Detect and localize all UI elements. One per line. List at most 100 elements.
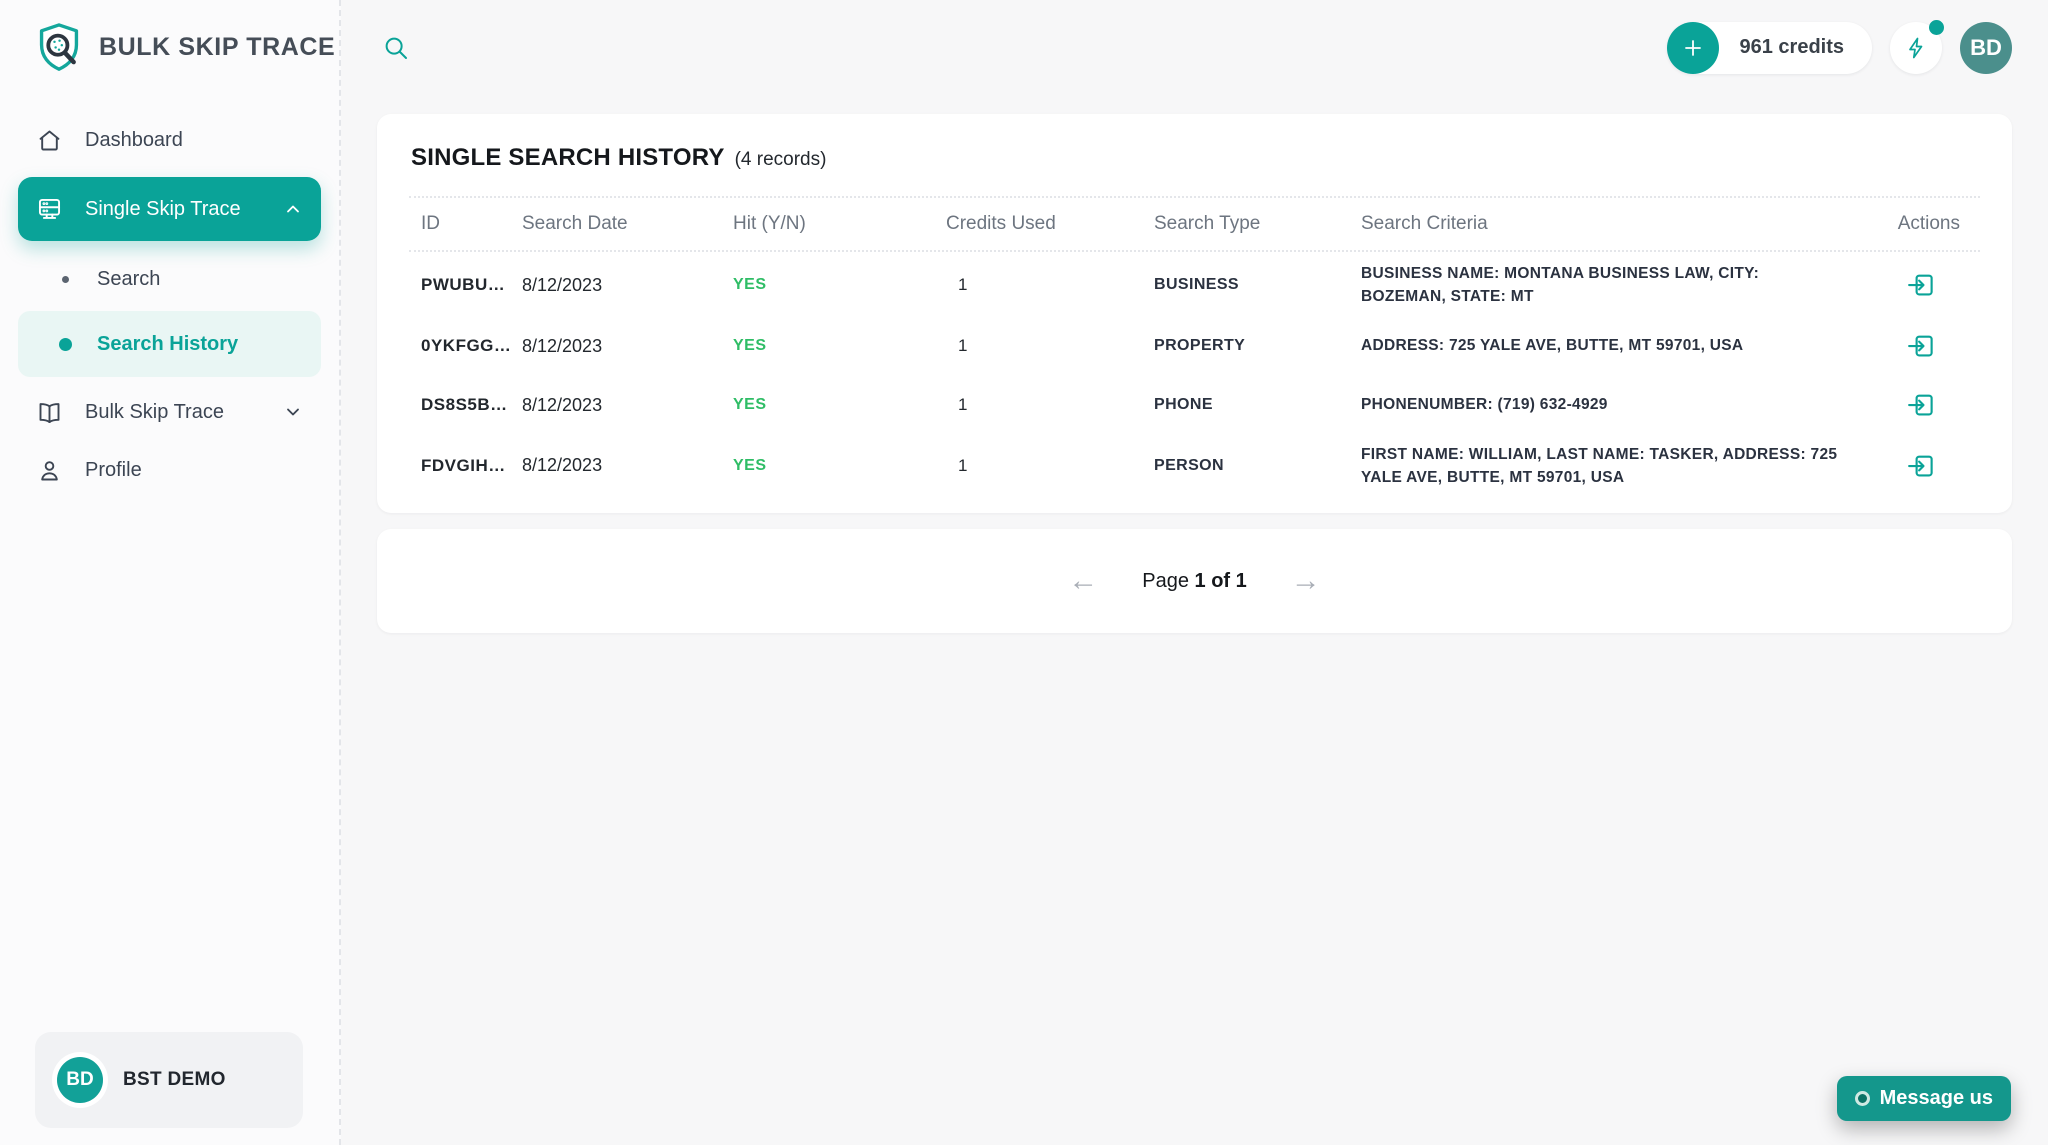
column-header-search-date: Search Date bbox=[522, 213, 733, 235]
table-header-row: ID Search Date Hit (Y/N) Credits Used Se… bbox=[409, 198, 1980, 252]
cell-credits-used: 1 bbox=[946, 395, 1154, 415]
cell-search-criteria: PHONENUMBER: (719) 632-4929 bbox=[1361, 385, 1874, 424]
table-body: PWUBU… 8/12/2023 YES 1 BUSINESS BUSINESS… bbox=[409, 254, 1980, 497]
search-button[interactable] bbox=[377, 29, 415, 67]
cell-search-date: 8/12/2023 bbox=[522, 275, 733, 296]
credits-label: 961 credits bbox=[1739, 36, 1844, 59]
cell-hit: YES bbox=[733, 337, 946, 355]
cell-search-date: 8/12/2023 bbox=[522, 455, 733, 476]
open-record-button[interactable] bbox=[1904, 388, 1938, 422]
sidebar-item-single-skip-trace[interactable]: Single Skip Trace bbox=[18, 177, 321, 241]
enter-icon bbox=[1906, 270, 1936, 300]
topbar: 961 credits BD bbox=[377, 0, 2012, 95]
cell-hit: YES bbox=[733, 457, 946, 475]
sidebar-item-search[interactable]: Search bbox=[18, 253, 321, 305]
page-indicator-current: 1 of 1 bbox=[1195, 570, 1247, 592]
shield-magnifier-logo-icon bbox=[32, 21, 86, 75]
next-page-button[interactable]: → bbox=[1291, 566, 1321, 596]
credits-pill[interactable]: 961 credits bbox=[1667, 22, 1872, 74]
sidebar-item-search-history[interactable]: Search History bbox=[18, 311, 321, 377]
sidebar-item-label: Search History bbox=[97, 333, 238, 356]
cell-search-type: PHONE bbox=[1154, 396, 1361, 414]
column-header-actions: Actions bbox=[1874, 213, 1968, 235]
cell-credits-used: 1 bbox=[946, 275, 1154, 295]
avatar: BD bbox=[57, 1057, 103, 1103]
sidebar-nav: Dashboard Single Skip Trace Search bbox=[0, 95, 339, 499]
cell-id: PWUBU… bbox=[421, 275, 522, 295]
notification-dot bbox=[1929, 20, 1944, 35]
activity-button[interactable] bbox=[1890, 22, 1942, 74]
dot-icon bbox=[59, 338, 72, 351]
cell-id: DS8S5B… bbox=[421, 395, 522, 415]
page-indicator-prefix: Page bbox=[1142, 570, 1189, 592]
app-root: BULK SKIP TRACE Dashboard Single Skip Tr… bbox=[0, 0, 2048, 1145]
column-header-id: ID bbox=[421, 213, 522, 235]
pagination-bar: ← Page 1 of 1 → bbox=[377, 529, 2012, 633]
profile-avatar[interactable]: BD bbox=[1960, 22, 2012, 74]
cell-search-criteria: BUSINESS NAME: MONTANA BUSINESS LAW, CIT… bbox=[1361, 254, 1874, 317]
page-title: SINGLE SEARCH HISTORY bbox=[411, 144, 725, 172]
sidebar: BULK SKIP TRACE Dashboard Single Skip Tr… bbox=[0, 0, 341, 1145]
topbar-right: 961 credits BD bbox=[1667, 22, 2012, 74]
cell-search-date: 8/12/2023 bbox=[522, 336, 733, 357]
add-credits-button[interactable] bbox=[1667, 22, 1719, 74]
cell-id: 0YKFGG… bbox=[421, 336, 522, 356]
sidebar-item-label: Bulk Skip Trace bbox=[85, 401, 224, 424]
cell-hit: YES bbox=[733, 276, 946, 294]
arrow-left-icon: ← bbox=[1068, 564, 1098, 597]
brand-logo[interactable]: BULK SKIP TRACE bbox=[0, 0, 339, 95]
message-us-label: Message us bbox=[1880, 1087, 1993, 1110]
sidebar-item-label: Search bbox=[97, 268, 160, 291]
cell-id: FDVGIH… bbox=[421, 456, 522, 476]
cell-credits-used: 1 bbox=[946, 336, 1154, 356]
search-icon bbox=[381, 33, 411, 63]
records-count: (4 records) bbox=[735, 149, 827, 171]
status-ring-icon bbox=[1855, 1091, 1870, 1106]
sidebar-item-label: Dashboard bbox=[85, 129, 183, 152]
dot-icon bbox=[62, 276, 69, 283]
chevron-up-icon bbox=[283, 199, 303, 219]
enter-icon bbox=[1906, 331, 1936, 361]
enter-icon bbox=[1906, 390, 1936, 420]
sidebar-item-label: Profile bbox=[85, 459, 142, 482]
sidebar-item-dashboard[interactable]: Dashboard bbox=[18, 111, 321, 169]
user-name: BST DEMO bbox=[123, 1069, 226, 1091]
arrow-right-icon: → bbox=[1291, 564, 1321, 597]
sidebar-item-label: Single Skip Trace bbox=[85, 198, 241, 221]
server-icon bbox=[36, 196, 63, 223]
cell-search-type: BUSINESS bbox=[1154, 276, 1361, 294]
column-header-credits-used: Credits Used bbox=[946, 213, 1154, 235]
open-record-button[interactable] bbox=[1904, 449, 1938, 483]
open-record-button[interactable] bbox=[1904, 268, 1938, 302]
table-row: 0YKFGG… 8/12/2023 YES 1 PROPERTY ADDRESS… bbox=[409, 317, 1980, 376]
table-row: FDVGIH… 8/12/2023 YES 1 PERSON FIRST NAM… bbox=[409, 435, 1980, 498]
book-icon bbox=[36, 399, 63, 426]
previous-page-button[interactable]: ← bbox=[1068, 566, 1098, 596]
cell-hit: YES bbox=[733, 396, 946, 414]
cell-search-type: PERSON bbox=[1154, 457, 1361, 475]
cell-search-criteria: FIRST NAME: WILLIAM, LAST NAME: TASKER, … bbox=[1361, 435, 1874, 498]
cell-search-date: 8/12/2023 bbox=[522, 395, 733, 416]
sidebar-item-bulk-skip-trace[interactable]: Bulk Skip Trace bbox=[18, 383, 321, 441]
cell-credits-used: 1 bbox=[946, 456, 1154, 476]
open-record-button[interactable] bbox=[1904, 329, 1938, 363]
enter-icon bbox=[1906, 451, 1936, 481]
home-icon bbox=[36, 127, 63, 154]
column-header-search-type: Search Type bbox=[1154, 213, 1361, 235]
brand-name: BULK SKIP TRACE bbox=[99, 33, 335, 62]
cell-search-type: PROPERTY bbox=[1154, 337, 1361, 355]
page-indicator: Page 1 of 1 bbox=[1142, 570, 1247, 593]
chevron-down-icon bbox=[283, 402, 303, 422]
bolt-icon bbox=[1904, 36, 1928, 60]
table-row: DS8S5B… 8/12/2023 YES 1 PHONE PHONENUMBE… bbox=[409, 376, 1980, 435]
column-header-search-criteria: Search Criteria bbox=[1361, 213, 1874, 235]
column-header-hit: Hit (Y/N) bbox=[733, 213, 946, 235]
person-icon bbox=[36, 457, 63, 484]
main-area: 961 credits BD SINGLE SEARCH HISTORY (4 … bbox=[341, 0, 2048, 1145]
card-title-row: SINGLE SEARCH HISTORY (4 records) bbox=[409, 114, 1980, 198]
cell-search-criteria: ADDRESS: 725 YALE AVE, BUTTE, MT 59701, … bbox=[1361, 326, 1874, 365]
sidebar-user-card[interactable]: BD BST DEMO bbox=[35, 1032, 303, 1128]
message-us-button[interactable]: Message us bbox=[1837, 1076, 2011, 1121]
sidebar-item-profile[interactable]: Profile bbox=[18, 441, 321, 499]
table-row: PWUBU… 8/12/2023 YES 1 BUSINESS BUSINESS… bbox=[409, 254, 1980, 317]
